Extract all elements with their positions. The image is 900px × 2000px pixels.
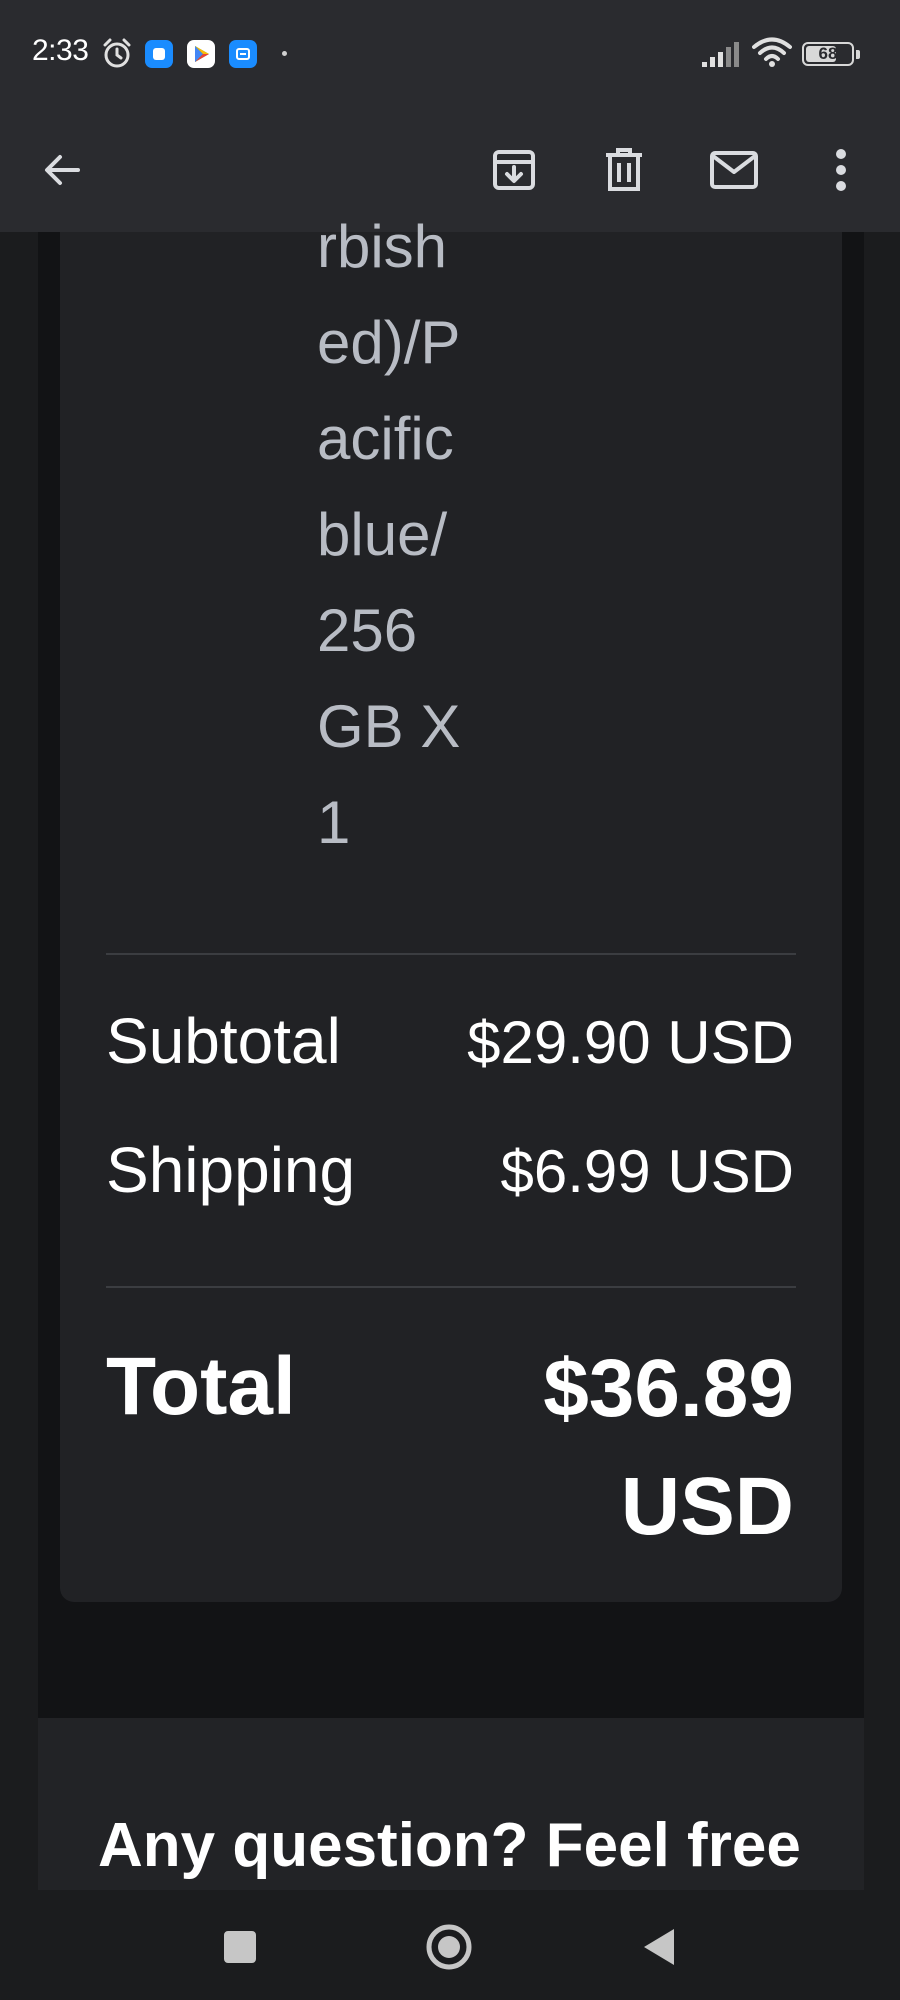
notification-dot <box>282 51 287 56</box>
app-bar <box>0 108 900 232</box>
wifi-icon <box>752 36 792 73</box>
variant-line: GB X <box>317 693 461 760</box>
footer-question-text: Any question? Feel free <box>98 1811 801 1880</box>
divider <box>106 953 796 955</box>
screen: 2:33 68 rbish ed)/P acific blue/ 256 GB … <box>0 0 900 2000</box>
back-triangle-icon <box>644 1929 674 1965</box>
app-icon-blue <box>145 40 173 68</box>
home-icon <box>426 1924 472 1970</box>
delete-icon <box>606 148 642 191</box>
more-options-button[interactable] <box>801 130 881 210</box>
shipping-value: $6.99 USD <box>500 1138 795 1205</box>
back-arrow-button[interactable] <box>22 130 102 210</box>
archive-icon <box>493 150 535 190</box>
variant-line: rbish <box>317 213 448 280</box>
archive-button[interactable] <box>474 130 554 210</box>
total-label: Total <box>106 1341 296 1432</box>
battery-cap <box>856 50 860 59</box>
subtotal-value: $29.90 USD <box>467 1009 794 1076</box>
play-store-icon <box>187 40 215 68</box>
subtotal-label: Subtotal <box>106 1005 341 1077</box>
alarm-icon <box>100 36 134 75</box>
variant-line: acific <box>317 405 454 472</box>
navigation-bar <box>0 1890 900 2000</box>
delete-button[interactable] <box>584 130 664 210</box>
divider <box>106 1286 796 1288</box>
variant-line: ed)/P <box>317 309 461 376</box>
variant-line: blue/ <box>317 501 448 568</box>
recents-icon <box>224 1931 256 1963</box>
more-options-icon <box>836 149 846 191</box>
back-arrow-icon <box>45 155 80 185</box>
recents-button[interactable] <box>205 1912 275 1982</box>
battery-icon: 68 <box>802 42 854 66</box>
variant-line: 256 <box>317 597 418 664</box>
mark-unread-icon <box>710 151 758 189</box>
app-icon-blue-2 <box>229 40 257 68</box>
home-button[interactable] <box>414 1912 484 1982</box>
shipping-label: Shipping <box>106 1134 356 1206</box>
total-value: $36.89 USD <box>543 1343 794 1552</box>
mark-unread-button[interactable] <box>694 130 774 210</box>
variant-line: 1 <box>317 789 351 856</box>
status-bar: 2:33 68 <box>0 0 900 108</box>
battery-level: 68 <box>818 44 838 63</box>
back-button[interactable] <box>623 1912 693 1982</box>
status-time: 2:33 <box>32 34 89 67</box>
signal-icon <box>700 40 742 73</box>
